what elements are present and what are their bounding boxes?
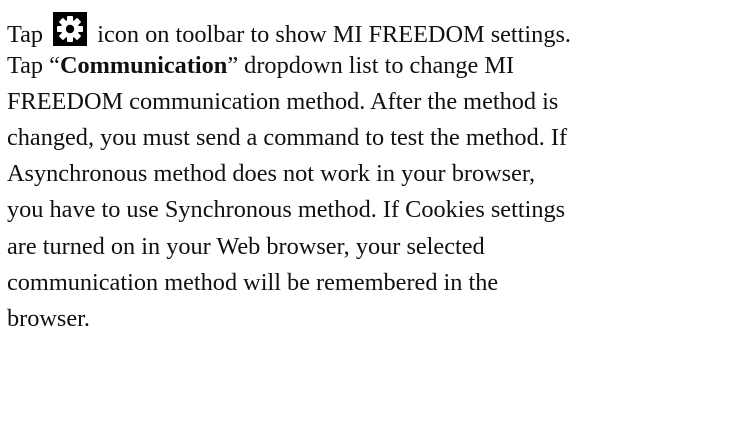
gear-icon [53,12,88,46]
line-1: Tap icon on toolbar to show MI FREEDOM s… [7,12,746,48]
line-9: browser. [7,304,90,332]
text-icon-toolbar: icon on toolbar to show MI FREEDOM setti… [91,21,572,48]
line-5: Asynchronous method does not work in you… [7,160,536,188]
line-8: communication method will be remembered … [7,268,499,296]
instruction-paragraph: Tap icon on toolbar to show MI FREEDOM s… [7,12,746,337]
line-4: changed, you must send a command to test… [7,124,568,152]
line-2: Tap “Communication” dropdown list to cha… [7,52,515,80]
communication-label: Communication [59,52,228,80]
line-3: FREEDOM communication method. After the … [7,88,559,116]
text-tap: Tap [7,21,50,48]
line-7: are turned on in your Web browser, your … [7,232,485,260]
line-6: you have to use Synchronous method. If C… [7,196,566,224]
